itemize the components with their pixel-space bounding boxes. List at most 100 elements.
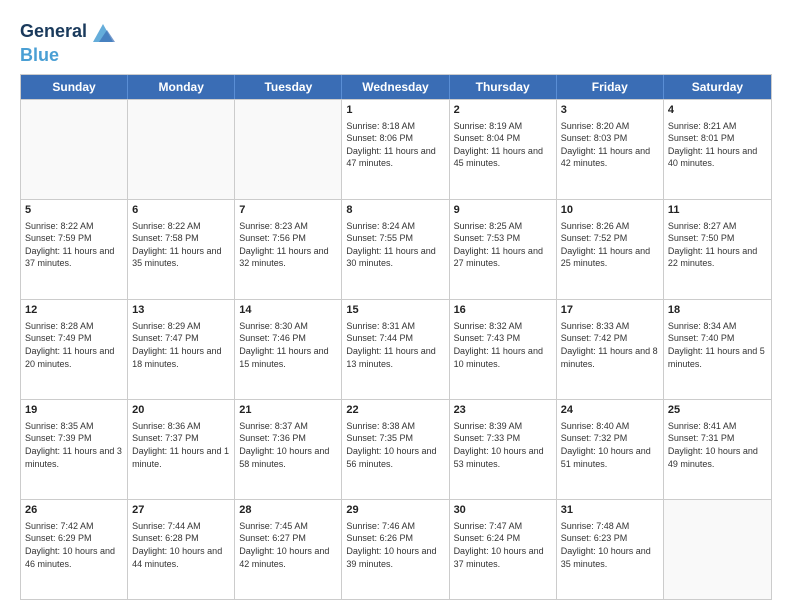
cal-cell-day-25: 25Sunrise: 8:41 AMSunset: 7:31 PMDayligh… <box>664 400 771 499</box>
header-cell-friday: Friday <box>557 75 664 99</box>
cell-details: Sunrise: 8:21 AMSunset: 8:01 PMDaylight:… <box>668 120 767 170</box>
cell-details: Sunrise: 7:45 AMSunset: 6:27 PMDaylight:… <box>239 520 337 570</box>
cell-details: Sunrise: 8:39 AMSunset: 7:33 PMDaylight:… <box>454 420 552 470</box>
cell-details: Sunrise: 8:40 AMSunset: 7:32 PMDaylight:… <box>561 420 659 470</box>
day-number: 14 <box>239 303 337 318</box>
cal-cell-day-16: 16Sunrise: 8:32 AMSunset: 7:43 PMDayligh… <box>450 300 557 399</box>
cal-cell-day-12: 12 Sunrise: 8:28 AMSunset: 7:49 PMDayligh… <box>21 300 128 399</box>
cell-details: Sunrise: 8:34 AMSunset: 7:40 PMDaylight:… <box>668 320 767 370</box>
cal-cell-day-22: 22 Sunrise: 8:38 AMSunset: 7:35 PMDayligh… <box>342 400 449 499</box>
cal-cell-day-10: 10 Sunrise: 8:26 AMSunset: 7:52 PMDayligh… <box>557 200 664 299</box>
day-number: 11 <box>668 203 767 218</box>
day-number: 5 <box>25 203 123 218</box>
header: General Blue <box>20 18 772 66</box>
cal-cell-day-5: 5 Sunrise: 8:22 AMSunset: 7:59 PMDaylight… <box>21 200 128 299</box>
cell-details: Sunrise: 8:27 AMSunset: 7:50 PMDaylight:… <box>668 220 767 270</box>
day-number: 20 <box>132 403 230 418</box>
day-number: 6 <box>132 203 230 218</box>
cal-cell-day-14: 14 Sunrise: 8:30 AMSunset: 7:46 PMDayligh… <box>235 300 342 399</box>
logo-text-general: General <box>20 22 87 42</box>
day-number: 26 <box>25 503 123 518</box>
cal-cell-day-9: 9 Sunrise: 8:25 AMSunset: 7:53 PMDaylight… <box>450 200 557 299</box>
logo: General Blue <box>20 18 117 66</box>
cal-cell-empty <box>21 100 128 199</box>
cal-week-3: 19 Sunrise: 8:35 AMSunset: 7:39 PMDayligh… <box>21 399 771 499</box>
cell-details: Sunrise: 8:22 AMSunset: 7:59 PMDaylight:… <box>25 220 123 270</box>
day-number: 22 <box>346 403 444 418</box>
day-number: 7 <box>239 203 337 218</box>
cell-details: Sunrise: 8:25 AMSunset: 7:53 PMDaylight:… <box>454 220 552 270</box>
day-number: 31 <box>561 503 659 518</box>
cal-cell-day-27: 27Sunrise: 7:44 AMSunset: 6:28 PMDayligh… <box>128 500 235 599</box>
day-number: 3 <box>561 103 659 118</box>
cal-cell-day-4: 4 Sunrise: 8:21 AMSunset: 8:01 PMDaylight… <box>664 100 771 199</box>
cal-cell-day-17: 17 Sunrise: 8:33 AMSunset: 7:42 PMDayligh… <box>557 300 664 399</box>
cal-cell-empty <box>235 100 342 199</box>
day-number: 15 <box>346 303 444 318</box>
cell-details: Sunrise: 8:37 AMSunset: 7:36 PMDaylight:… <box>239 420 337 470</box>
day-number: 16 <box>454 303 552 318</box>
cell-details: Sunrise: 8:33 AMSunset: 7:42 PMDaylight:… <box>561 320 659 370</box>
day-number: 30 <box>454 503 552 518</box>
cell-details: Sunrise: 7:44 AMSunset: 6:28 PMDaylight:… <box>132 520 230 570</box>
day-number: 17 <box>561 303 659 318</box>
cell-details: Sunrise: 7:48 AMSunset: 6:23 PMDaylight:… <box>561 520 659 570</box>
day-number: 28 <box>239 503 337 518</box>
cell-details: Sunrise: 8:36 AMSunset: 7:37 PMDaylight:… <box>132 420 230 470</box>
cal-cell-day-21: 21 Sunrise: 8:37 AMSunset: 7:36 PMDayligh… <box>235 400 342 499</box>
cal-week-1: 5 Sunrise: 8:22 AMSunset: 7:59 PMDaylight… <box>21 199 771 299</box>
cal-cell-day-30: 30 Sunrise: 7:47 AMSunset: 6:24 PMDayligh… <box>450 500 557 599</box>
cell-details: Sunrise: 8:30 AMSunset: 7:46 PMDaylight:… <box>239 320 337 370</box>
cal-cell-day-26: 26 Sunrise: 7:42 AMSunset: 6:29 PMDayligh… <box>21 500 128 599</box>
day-number: 4 <box>668 103 767 118</box>
cell-details: Sunrise: 8:26 AMSunset: 7:52 PMDaylight:… <box>561 220 659 270</box>
day-number: 9 <box>454 203 552 218</box>
cal-cell-day-7: 7 Sunrise: 8:23 AMSunset: 7:56 PMDaylight… <box>235 200 342 299</box>
day-number: 24 <box>561 403 659 418</box>
cal-cell-empty <box>128 100 235 199</box>
cell-details: Sunrise: 8:22 AMSunset: 7:58 PMDaylight:… <box>132 220 230 270</box>
cell-details: Sunrise: 8:35 AMSunset: 7:39 PMDaylight:… <box>25 420 123 470</box>
cell-details: Sunrise: 8:19 AMSunset: 8:04 PMDaylight:… <box>454 120 552 170</box>
cal-week-2: 12 Sunrise: 8:28 AMSunset: 7:49 PMDayligh… <box>21 299 771 399</box>
day-number: 13 <box>132 303 230 318</box>
day-number: 10 <box>561 203 659 218</box>
calendar-body: 1Sunrise: 8:18 AMSunset: 8:06 PMDaylight… <box>21 99 771 599</box>
cal-cell-day-29: 29 Sunrise: 7:46 AMSunset: 6:26 PMDayligh… <box>342 500 449 599</box>
cal-cell-day-2: 2 Sunrise: 8:19 AMSunset: 8:04 PMDaylight… <box>450 100 557 199</box>
header-cell-monday: Monday <box>128 75 235 99</box>
calendar: SundayMondayTuesdayWednesdayThursdayFrid… <box>20 74 772 600</box>
cal-cell-day-15: 15 Sunrise: 8:31 AMSunset: 7:44 PMDayligh… <box>342 300 449 399</box>
day-number: 23 <box>454 403 552 418</box>
cell-details: Sunrise: 7:47 AMSunset: 6:24 PMDaylight:… <box>454 520 552 570</box>
cal-cell-day-8: 8Sunrise: 8:24 AMSunset: 7:55 PMDaylight… <box>342 200 449 299</box>
cell-details: Sunrise: 8:41 AMSunset: 7:31 PMDaylight:… <box>668 420 767 470</box>
cal-week-0: 1Sunrise: 8:18 AMSunset: 8:06 PMDaylight… <box>21 99 771 199</box>
header-cell-wednesday: Wednesday <box>342 75 449 99</box>
cell-details: Sunrise: 8:28 AMSunset: 7:49 PMDaylight:… <box>25 320 123 370</box>
day-number: 2 <box>454 103 552 118</box>
day-number: 29 <box>346 503 444 518</box>
cal-cell-day-3: 3 Sunrise: 8:20 AMSunset: 8:03 PMDaylight… <box>557 100 664 199</box>
cell-details: Sunrise: 8:38 AMSunset: 7:35 PMDaylight:… <box>346 420 444 470</box>
header-cell-tuesday: Tuesday <box>235 75 342 99</box>
cell-details: Sunrise: 8:29 AMSunset: 7:47 PMDaylight:… <box>132 320 230 370</box>
cal-cell-day-1: 1Sunrise: 8:18 AMSunset: 8:06 PMDaylight… <box>342 100 449 199</box>
cell-details: Sunrise: 8:24 AMSunset: 7:55 PMDaylight:… <box>346 220 444 270</box>
cal-cell-day-20: 20 Sunrise: 8:36 AMSunset: 7:37 PMDayligh… <box>128 400 235 499</box>
day-number: 19 <box>25 403 123 418</box>
cell-details: Sunrise: 8:31 AMSunset: 7:44 PMDaylight:… <box>346 320 444 370</box>
cal-cell-day-28: 28 Sunrise: 7:45 AMSunset: 6:27 PMDayligh… <box>235 500 342 599</box>
page: General Blue SundayMondayTuesdayWednesda… <box>0 0 792 612</box>
day-number: 18 <box>668 303 767 318</box>
cell-details: Sunrise: 8:20 AMSunset: 8:03 PMDaylight:… <box>561 120 659 170</box>
cal-cell-day-18: 18 Sunrise: 8:34 AMSunset: 7:40 PMDayligh… <box>664 300 771 399</box>
day-number: 12 <box>25 303 123 318</box>
cell-details: Sunrise: 7:46 AMSunset: 6:26 PMDaylight:… <box>346 520 444 570</box>
cell-details: Sunrise: 7:42 AMSunset: 6:29 PMDaylight:… <box>25 520 123 570</box>
day-number: 21 <box>239 403 337 418</box>
cell-details: Sunrise: 8:23 AMSunset: 7:56 PMDaylight:… <box>239 220 337 270</box>
cell-details: Sunrise: 8:18 AMSunset: 8:06 PMDaylight:… <box>346 120 444 170</box>
cal-cell-day-31: 31 Sunrise: 7:48 AMSunset: 6:23 PMDayligh… <box>557 500 664 599</box>
header-cell-thursday: Thursday <box>450 75 557 99</box>
